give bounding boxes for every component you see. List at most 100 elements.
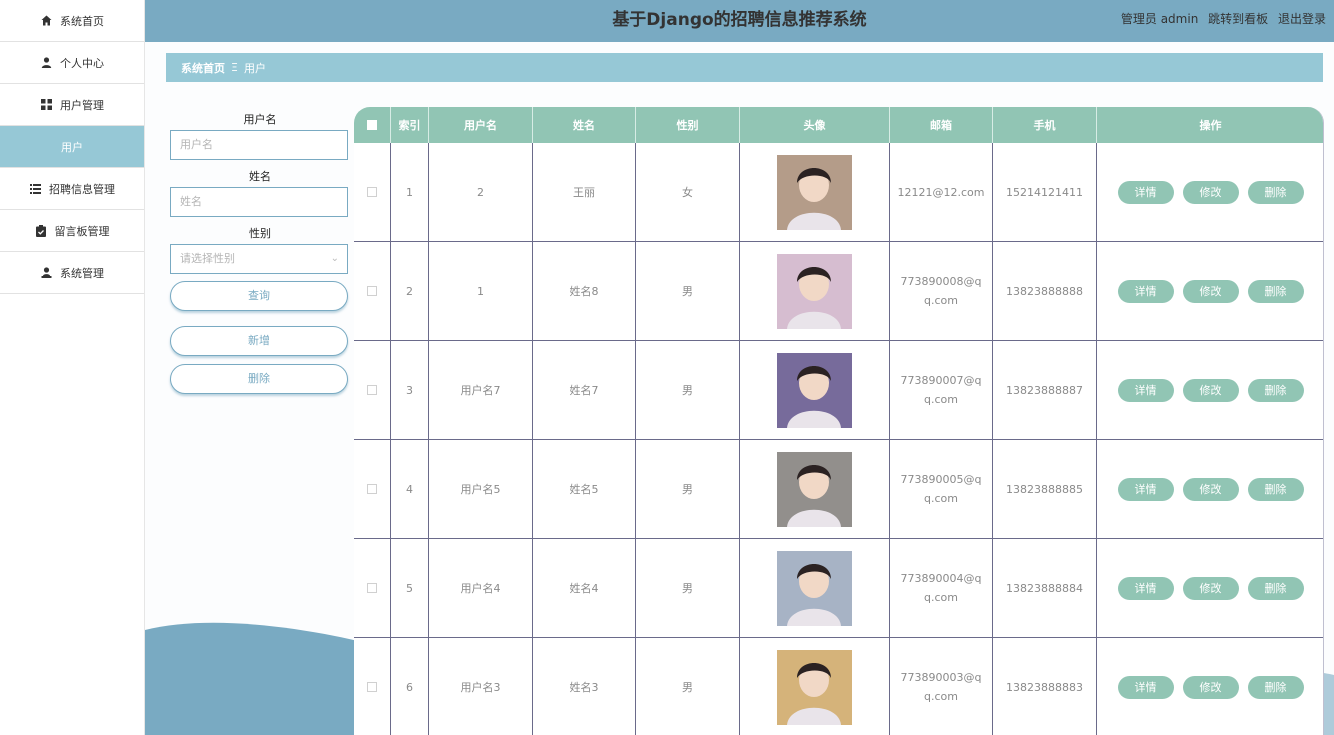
cell-username: 2 [429,143,533,241]
detail-button[interactable]: 详情 [1117,378,1174,402]
sidebar-item-home[interactable]: 系统首页 [0,0,144,42]
sidebar-item-label: 留言板管理 [54,224,110,238]
edit-button[interactable]: 修改 [1182,279,1239,303]
edit-button[interactable]: 修改 [1182,675,1239,699]
delete-button[interactable]: 删除 [1247,576,1304,600]
cell-email: 773890005@qq.com [890,440,993,538]
cell-phone: 13823888883 [993,638,1097,735]
row-checkbox[interactable] [367,187,377,197]
sidebar-item-jobs[interactable]: 招聘信息管理 [0,168,144,210]
cell-name: 姓名5 [533,440,636,538]
cell-username: 用户名4 [429,539,533,637]
logout-link[interactable]: 退出登录 [1278,12,1326,26]
delete-button[interactable]: 删除 [1247,378,1304,402]
detail-button[interactable]: 详情 [1117,675,1174,699]
cell-gender: 男 [636,440,740,538]
table-row: 6 用户名3 姓名3 男 773890003@qq.com 13823888883 详情 修改… [354,638,1323,735]
sidebar-item-label: 系统首页 [60,14,104,28]
column-header: 头像 [740,107,890,143]
cell-username: 用户名7 [429,341,533,439]
avatar [777,352,852,428]
row-select-cell [354,539,391,637]
delete-button[interactable]: 删除 [1247,279,1304,303]
cell-phone: 13823888885 [993,440,1097,538]
add-button[interactable]: 新增 [170,326,348,356]
column-header: 性别 [636,107,740,143]
column-header: 用户名 [429,107,533,143]
row-checkbox[interactable] [367,583,377,593]
cell-name: 姓名8 [533,242,636,340]
detail-button[interactable]: 详情 [1117,180,1174,204]
cell-name: 王丽 [533,143,636,241]
edit-button[interactable]: 修改 [1182,576,1239,600]
table-row: 4 用户名5 姓名5 男 773890005@qq.com 13823888885 详情 修改… [354,440,1323,539]
delete-button[interactable]: 删除 [1247,180,1304,204]
name-label: 姓名 [249,170,271,183]
row-select-cell [354,341,391,439]
sidebar-item-messages[interactable]: 留言板管理 [0,210,144,252]
avatar [777,649,852,725]
cell-avatar [740,440,890,538]
cell-avatar [740,638,890,735]
detail-button[interactable]: 详情 [1117,279,1174,303]
cell-avatar [740,242,890,340]
name-input[interactable]: 姓名 [170,187,348,217]
top-header: 基于Django的招聘信息推荐系统 管理员 admin 跳转到看板 退出登录 [145,0,1334,42]
edit-button[interactable]: 修改 [1182,477,1239,501]
delete-button[interactable]: 删除 [1247,675,1304,699]
username-input[interactable]: 用户名 [170,130,348,160]
row-checkbox[interactable] [367,682,377,692]
cell-email: 773890003@qq.com [890,638,993,735]
gender-label: 性别 [249,227,271,240]
sidebar-item-users[interactable]: 用户 [0,126,144,168]
cell-actions: 详情 修改 删除 [1097,143,1323,241]
cell-actions: 详情 修改 删除 [1097,539,1323,637]
delete-button[interactable]: 删除 [1247,477,1304,501]
sidebar-item-label: 用户管理 [60,98,104,112]
row-checkbox[interactable] [367,484,377,494]
header-select-cell [354,107,391,143]
search-panel: 用户名 用户名 姓名 姓名 性别 请选择性别 ⌄ 查询 新增 删除 [170,110,350,394]
cell-avatar [740,539,890,637]
column-header: 操作 [1199,119,1222,132]
cell-name: 姓名3 [533,638,636,735]
cell-index: 1 [391,143,429,241]
detail-button[interactable]: 详情 [1117,477,1174,501]
sidebar-item-user-mgmt[interactable]: 用户管理 [0,84,144,126]
row-select-cell [354,242,391,340]
cell-avatar [740,143,890,241]
detail-button[interactable]: 详情 [1117,576,1174,600]
header-actions: 管理员 admin 跳转到看板 退出登录 [1115,0,1326,42]
breadcrumb-separator: Ξ [231,61,238,74]
cell-gender: 男 [636,539,740,637]
cell-phone: 13823888887 [993,341,1097,439]
cell-username: 用户名5 [429,440,533,538]
cell-name: 姓名7 [533,341,636,439]
query-button[interactable]: 查询 [170,281,348,311]
cell-name: 姓名4 [533,539,636,637]
sidebar-item-system[interactable]: 系统管理 [0,252,144,294]
avatar [777,253,852,329]
cell-actions: 详情 修改 删除 [1097,242,1323,340]
current-user: 管理员 admin [1120,12,1199,26]
cell-phone: 13823888888 [993,242,1097,340]
gender-select[interactable]: 请选择性别 ⌄ [170,244,348,274]
select-all-checkbox[interactable] [367,120,377,130]
row-checkbox[interactable] [367,385,377,395]
table-row: 3 用户名7 姓名7 男 773890007@qq.com 13823888887 详情 修改… [354,341,1323,440]
sidebar-item-profile[interactable]: 个人中心 [0,42,144,84]
sidebar: 系统首页 个人中心 用户管理 用户 招聘信息管理 留言板管理 系统管理 [0,0,145,735]
breadcrumb-home[interactable]: 系统首页 [181,60,225,76]
edit-button[interactable]: 修改 [1182,180,1239,204]
edit-button[interactable]: 修改 [1182,378,1239,402]
column-header: 姓名 [533,107,636,143]
dashboard-link[interactable]: 跳转到看板 [1208,12,1268,26]
delete-selected-button[interactable]: 删除 [170,364,348,394]
row-checkbox[interactable] [367,286,377,296]
list-icon [29,183,41,195]
cell-username: 用户名3 [429,638,533,735]
table-row: 1 2 王丽女 12121@12.com 15214121411 详情 修改 删除 [354,143,1323,242]
person-icon [40,267,52,279]
table-row: 2 1 姓名8 男 773890008@qq.com 13823888888 详情 修改 删除 [354,242,1323,341]
cell-username: 1 [429,242,533,340]
